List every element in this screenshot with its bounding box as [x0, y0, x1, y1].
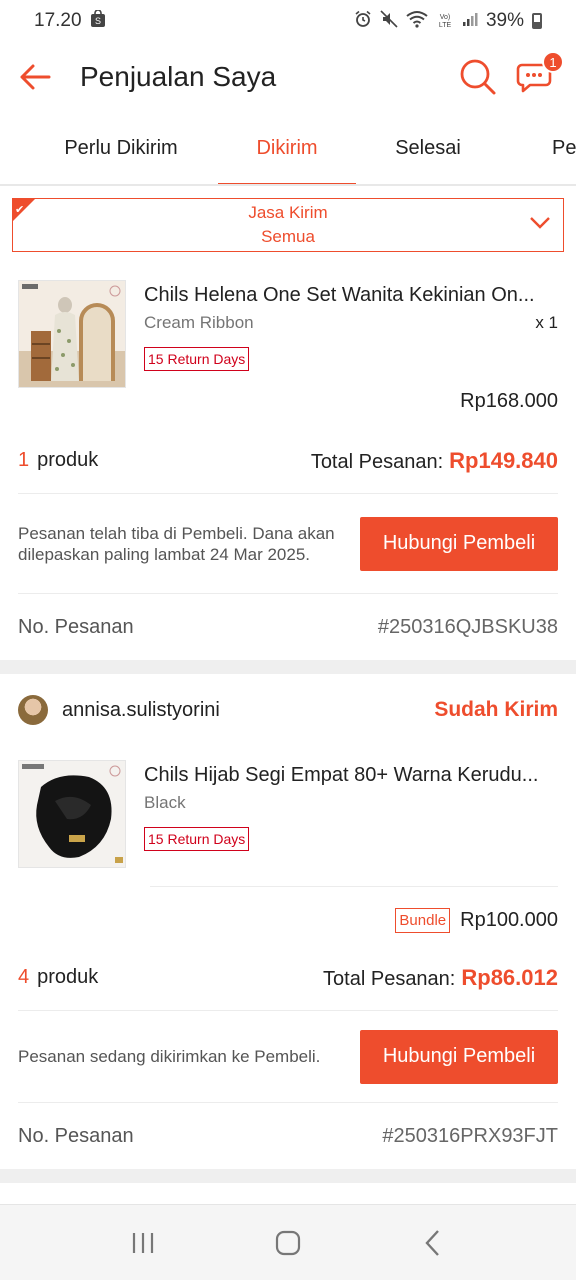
battery-percent: 39%	[485, 10, 524, 31]
product-count-label: produk	[37, 449, 99, 471]
home-icon	[275, 1230, 301, 1255]
courier-filter-dropdown[interactable]: ✔ Jasa Kirim Semua	[12, 198, 564, 252]
tab-perlu-dikirim[interactable]: Perlu Dikirim	[0, 112, 200, 184]
product-name: Chils Helena One Set Wanita Kekinian On.…	[144, 284, 535, 306]
page-title: Penjualan Saya	[80, 61, 277, 92]
order-number[interactable]: #250316QJBSKU38	[378, 616, 558, 639]
check-icon: ✔	[15, 204, 25, 216]
total-value: Rp86.012	[461, 964, 558, 990]
chevron-left-icon	[425, 1229, 440, 1256]
contact-buyer-button[interactable]: Hubungi Pembeli	[360, 1029, 558, 1084]
filter-label: Jasa Kirim	[248, 203, 328, 222]
order-number-row: No. Pesanan #250316QJBSKU38	[18, 594, 558, 660]
tab-dikirim[interactable]: Dikirim	[218, 112, 356, 184]
chevron-down-icon	[529, 213, 551, 237]
order-total-row: 4 produk Total Pesanan: Rp86.012	[18, 945, 558, 1011]
mute-icon	[380, 9, 398, 33]
search-button[interactable]	[456, 55, 500, 99]
alarm-icon	[354, 10, 372, 33]
product-count: 4	[18, 966, 30, 988]
order-number[interactable]: #250316PRX93FJT	[382, 1125, 558, 1148]
buyer-username: annisa.sulistyorini	[62, 698, 220, 721]
svg-text:Vo): Vo)	[440, 14, 451, 21]
buyer-row[interactable]: annisa.sulistyorini Sudah Kirim	[18, 674, 558, 746]
product-quantity: x 1	[535, 313, 558, 332]
order-card: Chils Helena One Set Wanita Kekinian On.…	[0, 252, 576, 660]
total-label: Total Pesanan:	[310, 450, 444, 473]
product-variant: Black	[144, 793, 186, 812]
back-nav-button[interactable]	[413, 1223, 453, 1263]
recent-apps-button[interactable]	[123, 1223, 163, 1263]
status-bar: 17.20 S Vo) LTE 39%	[0, 0, 576, 42]
svg-text:LTE: LTE	[439, 22, 452, 29]
recent-apps-icon	[132, 1232, 153, 1253]
home-button[interactable]	[268, 1223, 308, 1263]
volte-icon: Vo) LTE	[436, 11, 454, 31]
signal-icon	[462, 11, 478, 32]
shopee-notification-icon: S	[90, 8, 106, 33]
arrow-left-icon	[20, 64, 51, 90]
product-item[interactable]: Chils Hijab Segi Empat 80+ Warna Kerudu.…	[18, 746, 558, 868]
back-button[interactable]	[18, 60, 52, 94]
bundle-tag: Bundle	[395, 907, 451, 933]
chat-button[interactable]: 1	[514, 51, 564, 99]
order-action-row: Pesanan telah tiba di Pembeli. Dana akan…	[18, 494, 558, 594]
product-count: 1	[18, 449, 30, 471]
return-days-tag: 15 Return Days	[144, 347, 250, 371]
order-status-message: Pesanan sedang dikirimkan ke Pembeli.	[18, 1047, 321, 1066]
product-variant: Cream Ribbon	[144, 313, 254, 332]
product-thumbnail	[18, 760, 126, 868]
product-name: Chils Hijab Segi Empat 80+ Warna Kerudu.…	[144, 764, 539, 786]
order-number-label: No. Pesanan	[18, 615, 134, 638]
price-row: Bundle Rp100.000	[18, 905, 558, 935]
status-tabs: Perlu Dikirim Dikirim Selesai Pem	[0, 112, 576, 186]
status-badge: Sudah Kirim	[434, 698, 558, 721]
order-number-label: No. Pesanan	[18, 1124, 134, 1147]
order-total-row: 1 produk Total Pesanan: Rp149.840	[18, 428, 558, 494]
section-divider	[0, 660, 576, 674]
avatar	[18, 695, 48, 725]
app-header: Penjualan Saya 1	[0, 42, 576, 112]
order-card: annisa.sulistyorini Sudah Kirim Chils Hi…	[0, 674, 576, 1169]
wifi-icon	[406, 10, 428, 33]
filter-value: Semua	[261, 227, 315, 246]
product-item[interactable]: Chils Helena One Set Wanita Kekinian On.…	[18, 252, 558, 388]
status-time: 17.20	[34, 10, 82, 31]
price-row: Rp168.000	[18, 388, 558, 414]
tab-selesai[interactable]: Selesai	[356, 112, 500, 184]
tab-pembatalan[interactable]: Pem	[500, 112, 576, 184]
product-price: Rp100.000	[460, 908, 558, 931]
total-value: Rp149.840	[449, 447, 558, 473]
total-label: Total Pesanan:	[323, 967, 456, 990]
order-action-row: Pesanan sedang dikirimkan ke Pembeli. Hu…	[18, 1011, 558, 1103]
search-icon	[460, 59, 496, 95]
contact-buyer-button[interactable]: Hubungi Pembeli	[360, 516, 558, 571]
product-count-label: produk	[37, 966, 99, 988]
chat-badge: 1	[542, 51, 564, 73]
battery-icon	[532, 13, 542, 29]
svg-text:S: S	[95, 16, 101, 26]
system-navigation-bar	[0, 1204, 576, 1280]
product-price: Rp168.000	[460, 389, 558, 412]
section-divider	[0, 1169, 576, 1183]
order-status-message: Pesanan telah tiba di Pembeli. Dana akan…	[18, 523, 335, 564]
item-divider	[150, 886, 558, 887]
return-days-tag: 15 Return Days	[144, 827, 250, 851]
product-thumbnail	[18, 280, 126, 388]
order-number-row: No. Pesanan #250316PRX93FJT	[18, 1103, 558, 1169]
